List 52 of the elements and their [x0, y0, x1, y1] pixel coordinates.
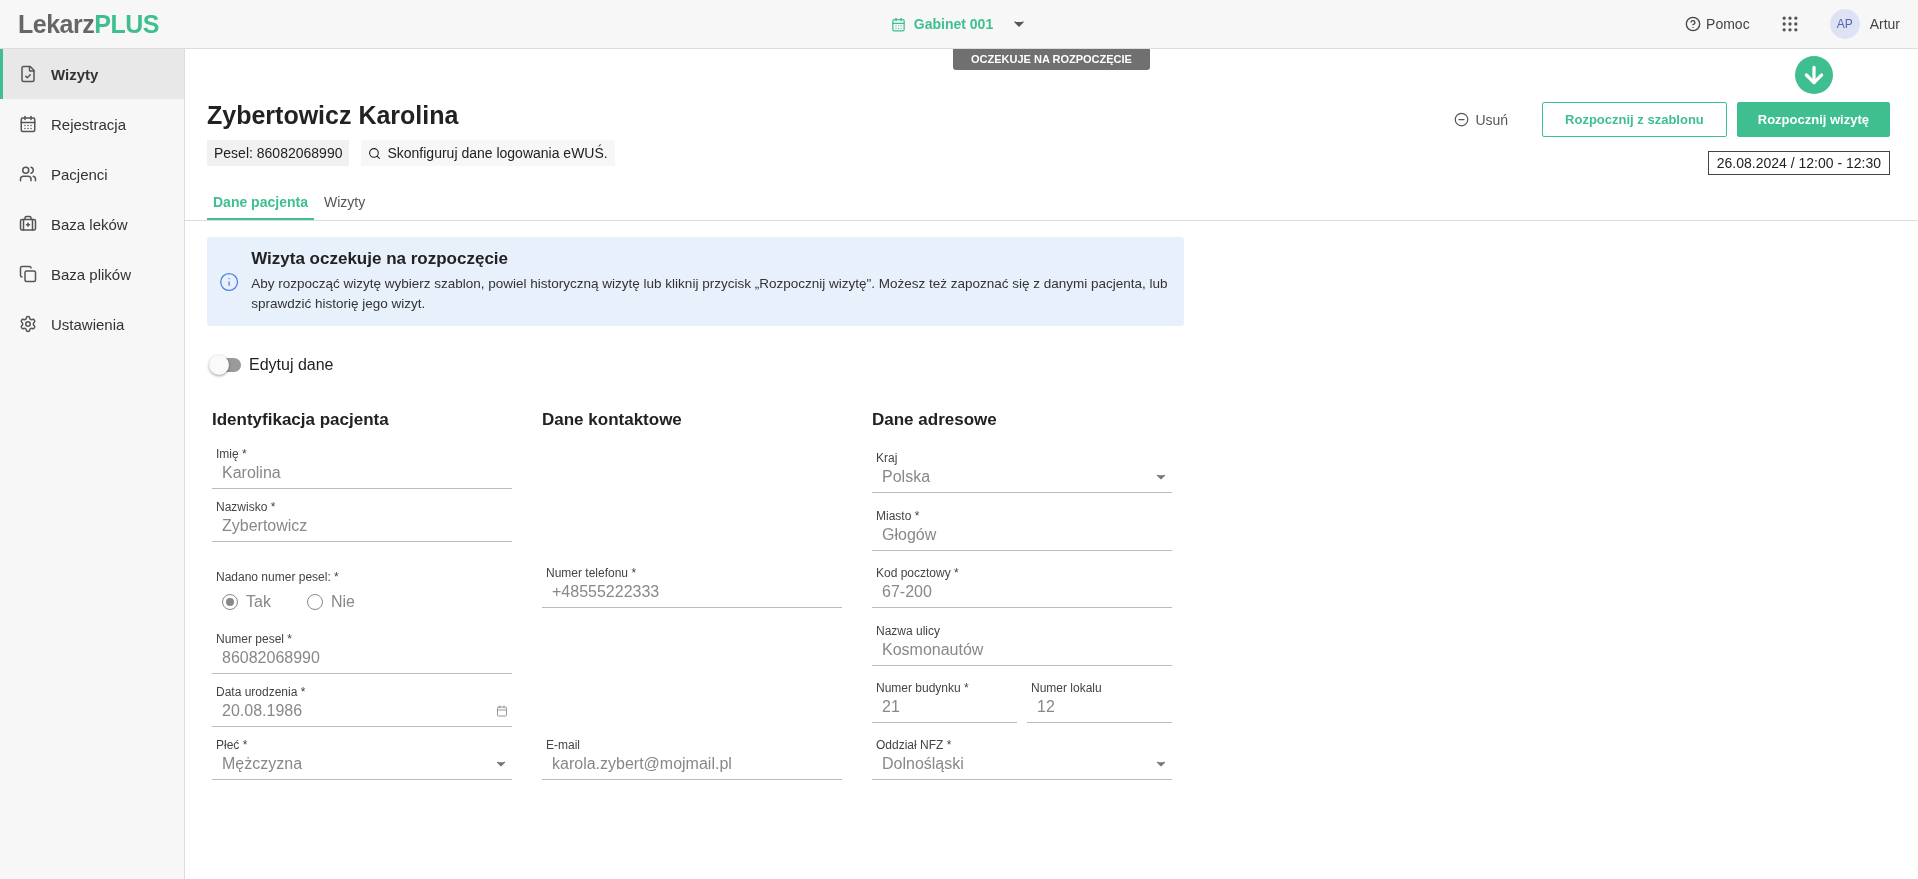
ewus-config-link[interactable]: Skonfiguruj dane logowania eWUŚ.	[361, 140, 615, 166]
input-field[interactable]: Numer budynku * 21	[872, 676, 1017, 723]
input-field[interactable]: Numer pesel * 86082068990	[212, 632, 512, 674]
input-field[interactable]: Nazwa ulicy Kosmonautów	[872, 619, 1172, 666]
input-field[interactable]: E-mail karola.zybert@mojmail.pl	[542, 619, 842, 780]
sidebar-item[interactable]: Ustawienia	[0, 299, 184, 349]
select-field[interactable]: Płeć * Mężczyzna	[212, 738, 512, 780]
help-icon	[1685, 16, 1702, 32]
radio-option[interactable]: Tak	[222, 593, 271, 611]
calendar-icon	[890, 16, 906, 32]
medical-case-icon	[19, 215, 37, 233]
logo[interactable]: LekarzPLUS	[18, 9, 885, 39]
input-field[interactable]: Numer telefonu * +48555222333	[542, 447, 842, 608]
calendar-icon	[19, 115, 37, 133]
document-check-icon	[19, 65, 37, 83]
section-title: Dane kontaktowe	[542, 410, 683, 430]
info-title: Wizyta oczekuje na rozpoczęcie	[251, 249, 510, 269]
pesel-chip: Pesel: 86082068990	[207, 140, 350, 166]
input-field[interactable]: Numer lokalu 12	[1027, 676, 1172, 723]
date-field[interactable]: Data urodzenia * 20.08.1986	[212, 685, 512, 727]
sidebar-item[interactable]: Baza plików	[0, 249, 184, 299]
search-icon	[368, 146, 382, 160]
sidebar-item[interactable]: Wizyty	[0, 49, 184, 99]
tab[interactable]: Wizyty	[317, 186, 372, 220]
visit-datetime: 26.08.2024 / 12:00 - 12:30	[1707, 151, 1890, 175]
status-badge: OCZEKUJE NA ROZPOCZĘCIE	[953, 49, 1150, 70]
calendar-icon	[496, 705, 508, 717]
files-icon	[19, 265, 37, 283]
user-menu[interactable]: AP Artur	[1829, 9, 1900, 39]
people-icon	[19, 165, 37, 183]
input-field[interactable]: Miasto * Głogów	[872, 504, 1172, 551]
help-link[interactable]: Pomoc	[1685, 16, 1750, 32]
info-text: Aby rozpocząć wizytę wybierz szablon, powiel historyczną wizytę lub kliknij przycisk „Rozpocznij wizytę". Możesz też zapoznać się z danymi pacjenta, lub sprawdzić historię jego wizyt.	[251, 275, 1169, 313]
edit-toggle[interactable]	[211, 358, 241, 372]
section-title: Dane adresowe	[872, 410, 998, 430]
input-field[interactable]: Nazwisko * Zybertowicz	[212, 500, 512, 542]
minus-circle-icon	[1454, 112, 1470, 127]
field-label: Nadano numer pesel: *	[216, 570, 339, 584]
toggle-label: Edytuj dane	[249, 356, 334, 374]
section-title: Identyfikacja pacjenta	[212, 410, 390, 430]
delete-button[interactable]: Usuń	[1448, 110, 1515, 129]
sidebar-item[interactable]: Rejestracja	[0, 99, 184, 149]
input-field[interactable]: Imię * Karolina	[212, 447, 512, 489]
select-field[interactable]: Kraj Polska	[872, 447, 1172, 494]
input-field[interactable]: Kod pocztowy * 67-200	[872, 561, 1172, 609]
patient-name: Zybertowicz Karolina	[207, 101, 460, 130]
arrow-down-icon	[1795, 56, 1833, 94]
sidebar-item[interactable]: Pacjenci	[0, 149, 184, 199]
radio-option[interactable]: Nie	[306, 593, 355, 611]
sidebar-item[interactable]: Baza leków	[0, 199, 184, 249]
select-field[interactable]: Oddział NFZ * Dolnośląski	[872, 733, 1172, 781]
settings-icon	[19, 315, 37, 333]
